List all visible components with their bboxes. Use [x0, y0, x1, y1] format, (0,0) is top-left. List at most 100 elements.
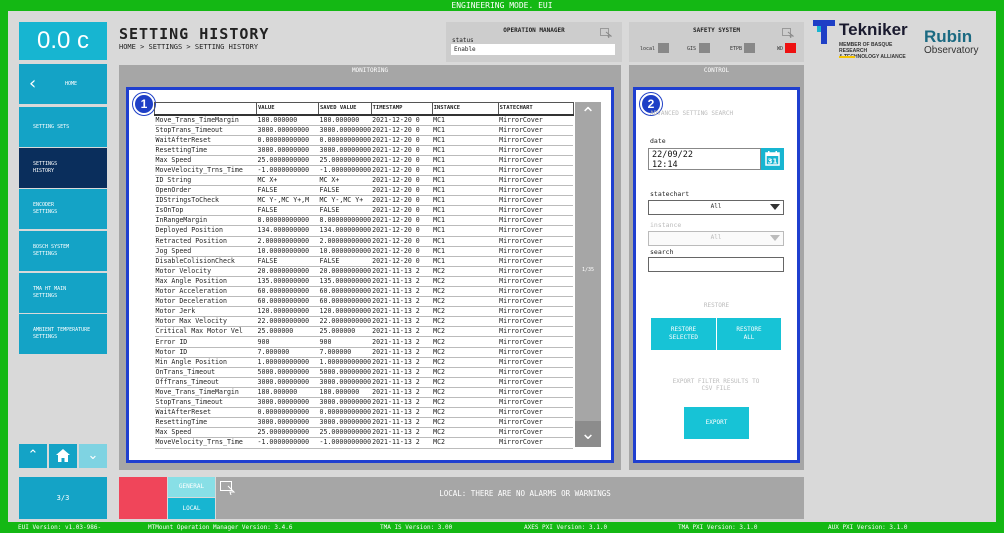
table-row[interactable]: MoveVelocity_Trns_Time -1.0000000000 -1.00…: [154, 165, 574, 176]
table-cell: MirrorCover: [498, 326, 574, 338]
table-row[interactable]: Retracted Position 2.00000000000 2.0000000…: [154, 236, 574, 247]
table-cell: 2021-11-13 2: [371, 276, 433, 288]
operation-manager-title: OPERATION MANAGER: [503, 27, 565, 34]
table-cell: 2021-11-13 2: [371, 326, 433, 338]
table-cell: 60.0000000000: [318, 286, 372, 298]
export-button[interactable]: EXPORT: [684, 407, 749, 439]
restore-all-button[interactable]: RESTORE ALL: [717, 318, 781, 350]
table-cell: 3000.00000000: [318, 397, 372, 409]
table-cell: MC2: [432, 306, 499, 318]
table-cell: MirrorCover: [498, 296, 574, 308]
table-row[interactable]: InRangeMargin 8.00000000000 8.00000000000 2…: [154, 215, 574, 227]
date-input[interactable]: 22/09/22 12:14: [648, 148, 761, 170]
table-cell: MC1: [432, 175, 499, 187]
table-row[interactable]: IsOnTop FALSE FALSE 2021-12-20 0 MC1 MirrorCo…: [154, 205, 574, 217]
table-cell: Min Angle Position: [154, 357, 257, 368]
restore-selected-button[interactable]: RESTORE SELECTED: [651, 318, 716, 350]
table-row[interactable]: Deployed Position 134.000000000 134.000000…: [154, 225, 574, 237]
table-row[interactable]: OpenOrder FALSE FALSE 2021-12-20 0 MC1 Mirror…: [154, 185, 574, 197]
statechart-select[interactable]: All: [648, 200, 784, 215]
table-row[interactable]: Jog Speed 10.0000000000 10.0000000000 2021-…: [154, 246, 574, 257]
table-scroll-up-button[interactable]: ⌃: [575, 102, 601, 128]
table-row[interactable]: ResettingTime 3000.00000000 3000.00000000 2…: [154, 417, 574, 429]
column-header[interactable]: [154, 102, 257, 116]
table-cell: 2021-12-20 0: [371, 175, 433, 187]
table-row[interactable]: StopTrans_Timeout 3000.00000000 3000.00000…: [154, 397, 574, 409]
nav-item-setting-sets[interactable]: SETTING SETS: [19, 107, 107, 147]
calendar-button[interactable]: 31: [761, 148, 784, 170]
table-row[interactable]: ResettingTime 3000.00000000 3000.00000000 2…: [154, 145, 574, 156]
table-page-indicator: 1/35: [581, 267, 595, 273]
table-scroll-down-button[interactable]: ⌄: [575, 421, 601, 447]
home-button[interactable]: [49, 444, 77, 468]
nav-home-button[interactable]: ‹ HOME: [19, 64, 107, 104]
table-cell: MirrorCover: [498, 407, 574, 419]
scroll-down-button[interactable]: ⌄: [79, 444, 107, 468]
table-cell: MirrorCover: [498, 215, 574, 227]
search-input[interactable]: [648, 257, 784, 272]
table-row[interactable]: ID String MC X+ MC X+ 2021-12-20 0 MC1 Mirror…: [154, 175, 574, 187]
cursor-icon[interactable]: [600, 28, 612, 38]
table-cell: 5000.00000000: [318, 367, 372, 378]
instance-select[interactable]: All: [648, 231, 784, 246]
table-cell: 1.00000000000: [256, 357, 319, 368]
table-cell: FALSE: [256, 185, 319, 197]
table-cell: 2021-12-20 0: [371, 225, 433, 237]
column-header[interactable]: INSTANCE: [431, 102, 499, 116]
scroll-up-button[interactable]: ⌃: [19, 444, 47, 468]
table-row[interactable]: Motor Acceleration 60.0000000000 60.000000…: [154, 286, 574, 298]
table-row[interactable]: OffTrans_Timeout 3000.00000000 3000.000000…: [154, 377, 574, 388]
table-row[interactable]: Max Speed 25.0000000000 25.0000000000 2021-…: [154, 155, 574, 166]
table-row[interactable]: Critical Max Motor Vel 25.000000 25.000000…: [154, 326, 574, 338]
table-cell: IsOnTop: [154, 205, 257, 217]
table-cell: MC2: [432, 367, 499, 378]
table-row[interactable]: IDStringsToCheck MC Y-,MC Y+,M MC Y-,MC Y+…: [154, 195, 574, 207]
table-row[interactable]: Move_Trans_TimeMargin 180.000000 180.00000…: [154, 114, 574, 126]
column-header[interactable]: VALUE: [256, 102, 319, 116]
nav-item-ambient-temperature-settings[interactable]: AMBIENT TEMPERATURE SETTINGS: [19, 314, 107, 354]
dropdown-arrow-icon: [770, 235, 780, 241]
chevron-up-icon: ⌃: [580, 104, 596, 125]
table-row[interactable]: Motor Jerk 120.000000000 120.000000000 2021…: [154, 306, 574, 318]
table-row[interactable]: Motor Velocity 20.0000000000 20.0000000000…: [154, 266, 574, 277]
local-alarms-button[interactable]: LOCAL: [168, 498, 215, 519]
table-cell: MirrorCover: [498, 367, 574, 378]
table-cell: MirrorCover: [498, 114, 574, 126]
column-header[interactable]: SAVED VALUE: [318, 102, 372, 116]
nav-item-bosch-system-settings[interactable]: BOSCH SYSTEM SETTINGS: [19, 231, 107, 271]
tma-pxi-version: TMA PXI Version: 3.1.0: [678, 524, 758, 531]
table-row[interactable]: Motor Deceleration 60.0000000000 60.000000…: [154, 296, 574, 308]
table-cell: -1.0000000000: [318, 437, 372, 449]
table-row[interactable]: DisableColisionCheck FALSE FALSE 2021-12-20…: [154, 256, 574, 267]
table-row[interactable]: Motor ID 7.000000 7.000000 2021-11-13 2 MC2 M…: [154, 347, 574, 358]
table-row[interactable]: Max Speed 25.0000000000 25.0000000000 2021-…: [154, 427, 574, 439]
column-header[interactable]: TIMESTAMP: [370, 102, 433, 116]
table-cell: MirrorCover: [498, 347, 574, 358]
table-row[interactable]: WaitAfterReset 0.00000000000 0.00000000000…: [154, 407, 574, 419]
table-row[interactable]: StopTrans_Timeout 3000.00000000 3000.00000…: [154, 125, 574, 136]
table-cell: MC2: [432, 316, 499, 328]
export-description: EXPORT FILTER RESULTS TO CSV FILE: [672, 378, 760, 392]
table-cell: MC1: [432, 246, 499, 257]
table-cell: 7.000000: [256, 347, 319, 358]
nav-item-tma-ht-main-settings[interactable]: TMA HT MAIN SETTINGS: [19, 273, 107, 313]
table-row[interactable]: OnTrans_Timeout 5000.00000000 5000.0000000…: [154, 367, 574, 378]
dropdown-arrow-icon: [770, 204, 780, 210]
table-row[interactable]: Move_Trans_TimeMargin 180.000000 180.00000…: [154, 387, 574, 399]
table-cell: 135.000000000: [256, 276, 319, 288]
table-row[interactable]: Error ID 900 900 2021-11-13 2 MC2 MirrorCover: [154, 336, 574, 348]
column-header[interactable]: STATECHART: [497, 102, 574, 116]
general-alarms-button[interactable]: GENERAL: [168, 477, 215, 497]
table-cell: MC1: [432, 195, 499, 207]
control-header: CONTROL: [629, 65, 804, 77]
nav-item-settings-history[interactable]: SETTINGS HISTORY: [19, 148, 107, 188]
table-row[interactable]: Max Angle Position 135.000000000 135.00000…: [154, 276, 574, 288]
table-row[interactable]: WaitAfterReset 0.00000000000 0.00000000000…: [154, 135, 574, 146]
table-row[interactable]: Motor Max Velocity 22.0000000000 22.000000…: [154, 316, 574, 328]
table-row[interactable]: Min Angle Position 1.00000000000 1.0000000…: [154, 357, 574, 368]
cursor-icon[interactable]: [782, 28, 794, 38]
table-row[interactable]: MoveVelocity_Trns_Time -1.0000000000 -1.00…: [154, 437, 574, 449]
nav-item-encoder-settings[interactable]: ENCODER SETTINGS: [19, 189, 107, 229]
table-scrollbar[interactable]: ⌃ 1/35 ⌄: [575, 102, 601, 447]
table-cell: 3000.00000000: [256, 377, 319, 388]
